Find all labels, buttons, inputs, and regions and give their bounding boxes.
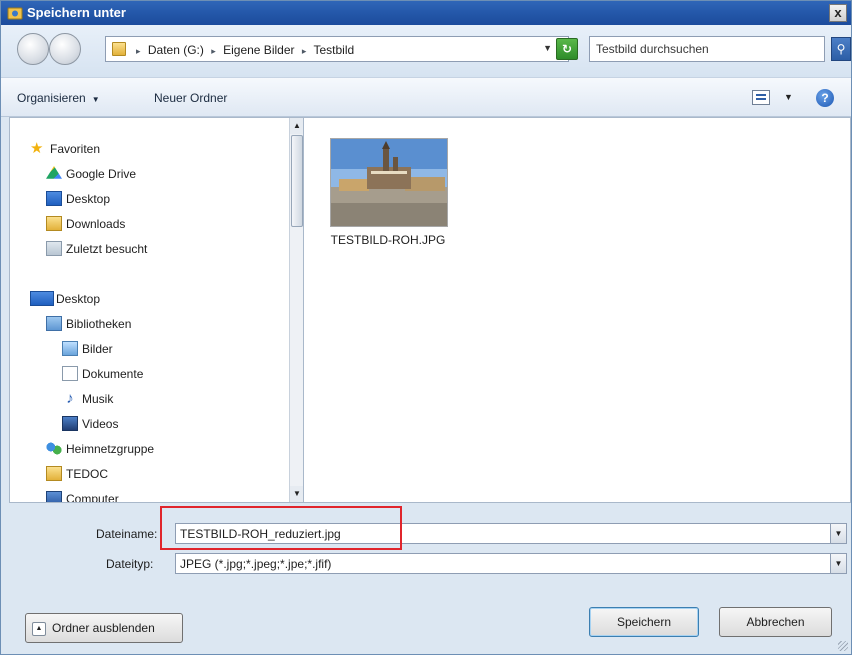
organize-label: Organisieren bbox=[17, 91, 86, 105]
chevron-down-icon[interactable]: ▼ bbox=[543, 43, 552, 53]
filetype-value: JPEG (*.jpg;*.jpeg;*.jpe;*.jfif) bbox=[180, 557, 332, 571]
file-list: TESTBILD-ROH.JPG bbox=[304, 117, 851, 503]
organize-menu[interactable]: Organisieren ▼ bbox=[17, 91, 100, 105]
scrollbar-thumb[interactable] bbox=[291, 135, 303, 227]
recent-places-icon bbox=[46, 241, 62, 256]
chevron-right-icon: ▸ bbox=[211, 46, 216, 56]
sidebar-item-label: Dokumente bbox=[82, 367, 144, 381]
google-drive-icon bbox=[46, 166, 62, 179]
breadcrumb: ▸ Daten (G:) ▸ Eigene Bilder ▸ Testbild bbox=[132, 43, 354, 57]
help-icon[interactable]: ? bbox=[816, 89, 834, 107]
chevron-right-icon: ▸ bbox=[301, 46, 307, 56]
chevron-up-icon: ▲ bbox=[32, 621, 46, 636]
navigation-pane: ★ Favoriten Google Drive Desktop Downloa… bbox=[9, 117, 304, 503]
sidebar-item-label: Desktop bbox=[56, 292, 101, 306]
breadcrumb-item[interactable]: Eigene Bilder bbox=[223, 43, 294, 57]
resize-grip[interactable] bbox=[838, 641, 848, 651]
sidebar-item-label: Desktop bbox=[66, 192, 111, 206]
sidebar-item-label: Bibliotheken bbox=[66, 317, 132, 331]
search-input[interactable]: Testbild durchsuchen bbox=[589, 36, 825, 62]
libraries-icon bbox=[46, 316, 62, 331]
search-icon[interactable]: ⚲ bbox=[831, 37, 851, 61]
close-button[interactable]: x bbox=[829, 4, 847, 22]
chevron-down-icon[interactable]: ▼ bbox=[784, 92, 793, 102]
desktop-icon bbox=[46, 191, 62, 206]
address-bar[interactable]: ▸ Daten (G:) ▸ Eigene Bilder ▸ Testbild … bbox=[105, 36, 569, 62]
image-thumbnail bbox=[330, 138, 448, 227]
sidebar-item-label: Musik bbox=[82, 392, 114, 406]
computer-icon bbox=[46, 491, 62, 502]
sidebar-item-label: Favoriten bbox=[50, 142, 101, 156]
file-item[interactable]: TESTBILD-ROH.JPG bbox=[320, 134, 452, 254]
sidebar-item-label: Computer bbox=[66, 492, 119, 503]
music-icon: ♪ bbox=[66, 390, 74, 407]
filename-value: TESTBILD-ROH_reduziert.jpg bbox=[180, 527, 341, 541]
desktop-icon bbox=[30, 291, 54, 306]
documents-icon bbox=[62, 366, 78, 381]
chevron-right-icon: ▸ bbox=[136, 46, 141, 56]
filetype-label: Dateityp: bbox=[106, 557, 154, 571]
forward-button[interactable] bbox=[49, 33, 81, 65]
sidebar-item-label: Bilder bbox=[82, 342, 113, 356]
navigation-bar: ▸ Daten (G:) ▸ Eigene Bilder ▸ Testbild … bbox=[1, 25, 851, 77]
sidebar-item-label: Videos bbox=[82, 417, 119, 431]
downloads-folder-icon bbox=[46, 216, 62, 231]
sidebar-item-label: Zuletzt besucht bbox=[66, 242, 148, 256]
filetype-select[interactable]: JPEG (*.jpg;*.jpeg;*.jpe;*.jfif) ▼ bbox=[175, 553, 847, 574]
homegroup-icon bbox=[46, 441, 62, 456]
dialog-icon bbox=[7, 7, 23, 20]
scroll-down-icon[interactable]: ▼ bbox=[290, 486, 303, 502]
filename-input[interactable]: TESTBILD-ROH_reduziert.jpg ▼ bbox=[175, 523, 847, 544]
window-title: Speichern unter bbox=[27, 5, 126, 20]
save-form: Dateiname: TESTBILD-ROH_reduziert.jpg ▼ … bbox=[1, 503, 851, 654]
view-options-icon[interactable] bbox=[752, 90, 770, 105]
breadcrumb-item[interactable]: Testbild bbox=[314, 43, 355, 57]
star-icon: ★ bbox=[30, 140, 44, 157]
save-button[interactable]: Speichern bbox=[589, 607, 699, 637]
refresh-button[interactable]: ↻ bbox=[556, 38, 578, 60]
chevron-down-icon[interactable]: ▼ bbox=[830, 524, 846, 543]
videos-icon bbox=[62, 416, 78, 431]
hide-folders-label: Ordner ausblenden bbox=[52, 621, 155, 635]
hide-folders-button[interactable]: ▲ Ordner ausblenden bbox=[25, 613, 183, 643]
save-as-dialog: Speichern unter x ▸ Daten (G:) ▸ Eigene … bbox=[0, 0, 852, 655]
pictures-icon bbox=[62, 341, 78, 356]
cancel-button[interactable]: Abbrechen bbox=[719, 607, 832, 637]
chevron-down-icon[interactable]: ▼ bbox=[830, 554, 846, 573]
folder-icon bbox=[112, 42, 126, 56]
sidebar-item-label: Downloads bbox=[66, 217, 126, 231]
title-bar: Speichern unter x bbox=[1, 1, 851, 25]
file-name: TESTBILD-ROH.JPG bbox=[330, 233, 446, 247]
sidebar-item-label: TEDOC bbox=[66, 467, 108, 481]
command-bar: Organisieren ▼ Neuer Ordner ▼ ? bbox=[1, 77, 851, 117]
sidebar-item-label: Heimnetzgruppe bbox=[66, 442, 155, 456]
sidebar-item-label: Google Drive bbox=[66, 167, 137, 181]
sidebar-scrollbar[interactable]: ▲ ▼ bbox=[289, 118, 303, 502]
new-folder-button[interactable]: Neuer Ordner bbox=[154, 91, 227, 105]
scroll-up-icon[interactable]: ▲ bbox=[290, 118, 303, 134]
folder-icon bbox=[46, 466, 62, 481]
back-button[interactable] bbox=[17, 33, 49, 65]
breadcrumb-item[interactable]: Daten (G:) bbox=[148, 43, 204, 57]
chevron-down-icon: ▼ bbox=[91, 95, 100, 104]
filename-label: Dateiname: bbox=[96, 527, 158, 541]
